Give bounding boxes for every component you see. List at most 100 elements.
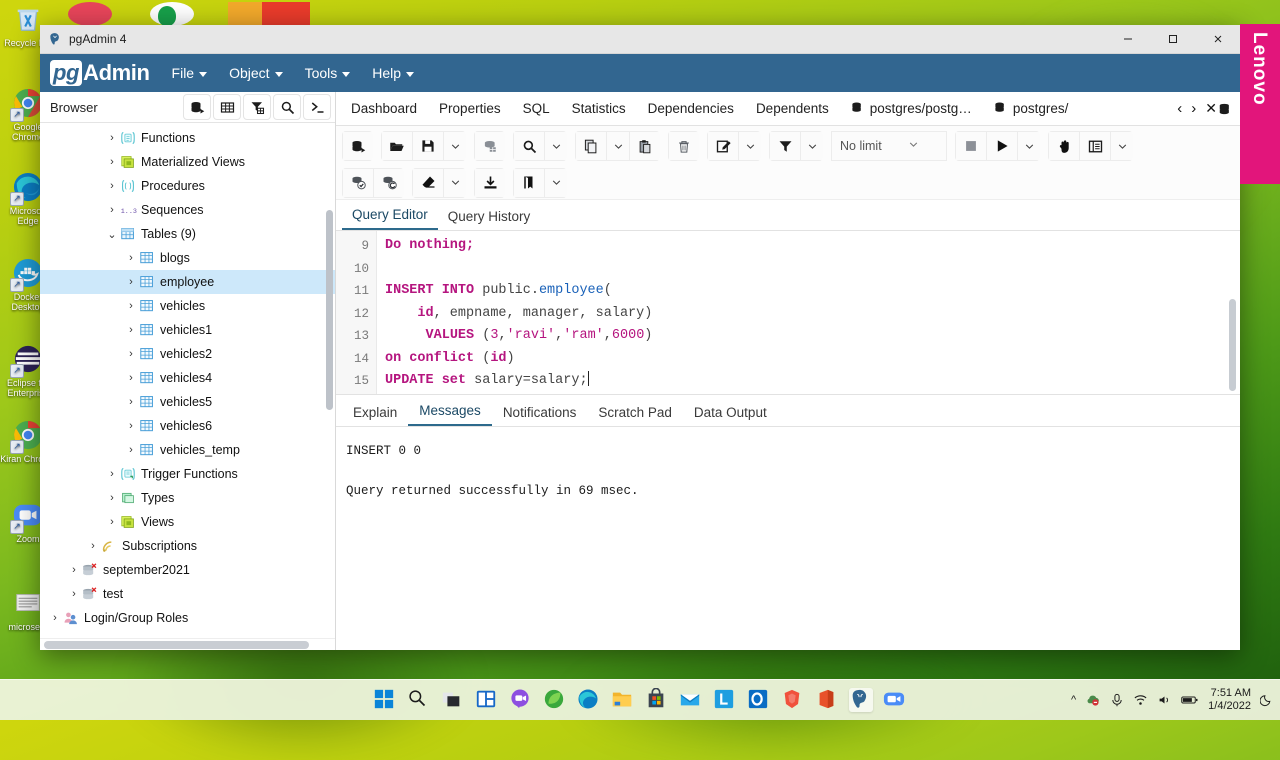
row-limit-select[interactable]: No limit: [831, 131, 947, 161]
tab-messages[interactable]: Messages: [408, 403, 492, 426]
filter-dropdown[interactable]: [800, 131, 823, 161]
edit-button[interactable]: [707, 131, 739, 161]
menu-file[interactable]: File: [172, 65, 208, 81]
stop-button[interactable]: [955, 131, 987, 161]
filter-table-icon[interactable]: [243, 94, 271, 120]
tree-expand-arrow[interactable]: ›: [124, 420, 138, 432]
wifi-icon[interactable]: [1133, 693, 1148, 707]
tree-expand-arrow[interactable]: ⌄: [105, 228, 119, 241]
search-icon[interactable]: [273, 94, 301, 120]
filter-button[interactable]: [769, 131, 801, 161]
browser-horizontal-scrollbar-thumb[interactable]: [44, 641, 309, 649]
battery-icon[interactable]: [1181, 693, 1199, 707]
menu-help[interactable]: Help: [372, 65, 415, 81]
tree-node-subscriptions[interactable]: › Subscriptions: [40, 534, 335, 558]
trash-icon[interactable]: [677, 139, 691, 154]
download-icon[interactable]: [483, 175, 498, 190]
chevron-down-icon[interactable]: [450, 141, 461, 152]
terminal-icon[interactable]: [303, 94, 331, 120]
stop-icon[interactable]: [964, 139, 978, 153]
maximize-button[interactable]: [1150, 25, 1195, 53]
tree-node-vehicles2[interactable]: › vehicles2: [40, 342, 335, 366]
execute-dropdown[interactable]: [1017, 131, 1040, 161]
code-line[interactable]: id, empname, manager, salary): [385, 303, 1240, 326]
tree-node-blogs[interactable]: › blogs: [40, 246, 335, 270]
chevron-down-icon[interactable]: [807, 141, 818, 152]
tree-node-september2021[interactable]: › september2021: [40, 558, 335, 582]
macro-dropdown[interactable]: [544, 167, 567, 198]
taskbar-outlook-icon[interactable]: [747, 688, 771, 712]
save-file-button[interactable]: [412, 131, 444, 161]
panel-dropdown[interactable]: [1110, 131, 1133, 161]
chevron-down-icon[interactable]: [1024, 141, 1035, 152]
browser-vertical-scrollbar[interactable]: [326, 210, 333, 410]
tree-node-procedures[interactable]: › Procedures: [40, 174, 335, 198]
tab-prev-button[interactable]: ‹: [1177, 100, 1182, 117]
find-dropdown[interactable]: [544, 131, 567, 161]
chevron-down-icon[interactable]: [1117, 141, 1128, 152]
tab-dependents[interactable]: Dependents: [745, 92, 840, 125]
tab-query-history[interactable]: Query History: [438, 209, 541, 230]
moon-icon[interactable]: [1260, 693, 1274, 707]
execute-button[interactable]: [986, 131, 1018, 161]
chevron-down-icon[interactable]: [613, 141, 624, 152]
paste-icon[interactable]: [638, 139, 652, 154]
edit-dropdown[interactable]: [738, 131, 761, 161]
tree-node-tables-9[interactable]: ⌄ Tables (9): [40, 222, 335, 246]
tab-statistics[interactable]: Statistics: [561, 92, 637, 125]
edit-connection-button[interactable]: [474, 131, 505, 161]
tree-expand-arrow[interactable]: ›: [67, 588, 81, 600]
search-icon[interactable]: [522, 139, 537, 154]
rollback-icon[interactable]: [382, 175, 397, 190]
chevron-down-icon[interactable]: [551, 141, 562, 152]
tree-expand-arrow[interactable]: ›: [124, 252, 138, 264]
chevron-down-icon[interactable]: [450, 177, 461, 188]
menu-object[interactable]: Object: [229, 65, 283, 81]
taskbar-start-icon[interactable]: [373, 688, 397, 712]
code-line[interactable]: on conflict (id): [385, 348, 1240, 371]
tab-query-1[interactable]: postgres/postg…: [840, 92, 983, 125]
tab-dashboard[interactable]: Dashboard: [340, 92, 428, 125]
taskbar-chat-icon[interactable]: [509, 688, 533, 712]
taskbar-brave-icon[interactable]: [781, 688, 805, 712]
code-line[interactable]: [385, 258, 1240, 281]
close-button[interactable]: [1195, 25, 1240, 53]
tree-expand-arrow[interactable]: ›: [67, 564, 81, 576]
open-connection-button[interactable]: [342, 131, 373, 161]
code-line[interactable]: UPDATE set salary=salary;: [385, 370, 1240, 393]
tree-expand-arrow[interactable]: ›: [48, 612, 62, 624]
tree-expand-arrow[interactable]: ›: [124, 396, 138, 408]
taskbar-zoom-icon[interactable]: [883, 688, 907, 712]
tree-node-functions[interactable]: › Functions: [40, 126, 335, 150]
commit-button[interactable]: [342, 167, 374, 198]
db-connect-icon[interactable]: [351, 139, 366, 154]
volume-icon[interactable]: [1157, 693, 1172, 707]
play-icon[interactable]: [995, 139, 1009, 153]
folder-open-icon[interactable]: [389, 139, 405, 154]
tree-expand-arrow[interactable]: ›: [124, 372, 138, 384]
save-icon[interactable]: [421, 139, 435, 153]
tree-node-vehicles5[interactable]: › vehicles5: [40, 390, 335, 414]
open-file-button[interactable]: [381, 131, 413, 161]
db-edit-icon[interactable]: [483, 139, 498, 154]
tree-expand-arrow[interactable]: ›: [124, 444, 138, 456]
clear-dropdown[interactable]: [443, 167, 466, 198]
copy-icon[interactable]: [584, 139, 598, 154]
tree-expand-arrow[interactable]: ›: [105, 516, 119, 528]
tree-node-materialized-views[interactable]: › Materialized Views: [40, 150, 335, 174]
taskbar-widgets-icon[interactable]: [475, 688, 499, 712]
taskbar-store-icon[interactable]: [645, 687, 669, 712]
taskbar-eco-icon[interactable]: [543, 688, 567, 712]
chevron-down-icon[interactable]: [745, 141, 756, 152]
taskbar-mail-icon[interactable]: [679, 688, 703, 712]
download-button[interactable]: [474, 167, 505, 198]
tree-expand-arrow[interactable]: ›: [86, 540, 100, 552]
tab-scratch-pad[interactable]: Scratch Pad: [587, 405, 683, 426]
tree-expand-arrow[interactable]: ›: [124, 276, 138, 288]
tree-node-vehicles1[interactable]: › vehicles1: [40, 318, 335, 342]
macros-button[interactable]: [1048, 131, 1080, 161]
tree-expand-arrow[interactable]: ›: [105, 180, 119, 192]
tree-node-vehicles-temp[interactable]: › vehicles_temp: [40, 438, 335, 462]
tab-dependencies[interactable]: Dependencies: [637, 92, 745, 125]
clear-button[interactable]: [412, 167, 444, 198]
